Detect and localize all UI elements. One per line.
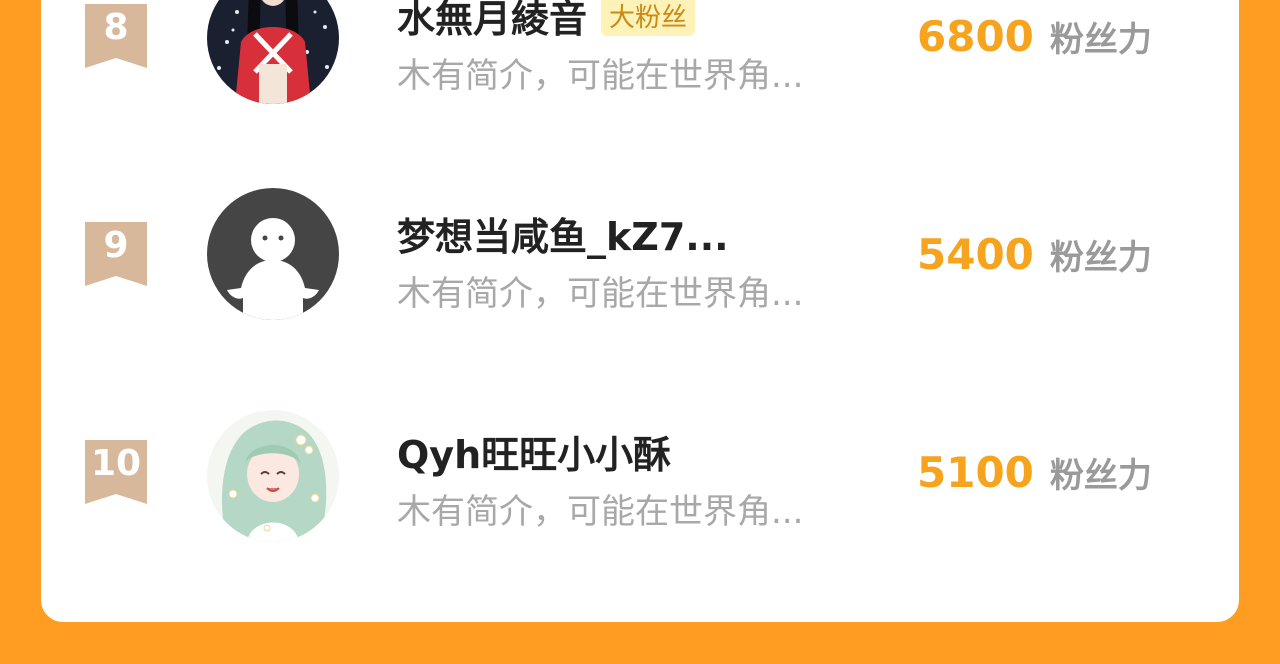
rank-number: 9	[103, 225, 129, 266]
fan-row[interactable]: 10 Qyh旺旺小小酥 木有简介，可能在世界角... 5100 粉丝力	[41, 396, 1239, 556]
score-unit: 粉丝力	[1049, 238, 1152, 278]
rank-number: 8	[103, 7, 129, 48]
fan-bio: 木有简介，可能在世界角...	[397, 56, 804, 96]
fan-name: Qyh旺旺小小酥	[397, 432, 672, 477]
avatar[interactable]	[207, 410, 339, 542]
fan-level-badge: 大粉丝	[601, 0, 696, 36]
avatar[interactable]	[207, 188, 339, 320]
fan-bio: 木有简介，可能在世界角...	[397, 492, 804, 532]
fan-row[interactable]: 9 梦想当咸鱼_kZ7... 木有简介，可能在世界角... 5400 粉丝力	[41, 178, 1239, 338]
fan-bio: 木有简介，可能在世界角...	[397, 274, 804, 314]
avatar[interactable]	[207, 0, 339, 104]
fan-score: 6800 粉丝力	[917, 12, 1152, 61]
rank-ribbon-icon: 9	[85, 222, 147, 286]
fan-row[interactable]: 8 水無月綾音 大粉丝 木有简介，可能在世界角... 6800 粉丝力	[41, 0, 1239, 120]
score-value: 6800	[917, 12, 1034, 61]
score-unit: 粉丝力	[1049, 456, 1152, 496]
fan-score: 5400 粉丝力	[917, 230, 1152, 279]
score-value: 5100	[917, 448, 1034, 497]
fan-ranking-card: 8 水無月綾音 大粉丝 木有简介，可能在世界角... 6800 粉丝力 9 梦想…	[41, 0, 1239, 622]
rank-number: 10	[90, 443, 142, 484]
rank-ribbon-icon: 8	[85, 4, 147, 68]
rank-ribbon-icon: 10	[85, 440, 147, 504]
fan-name: 水無月綾音	[397, 0, 588, 41]
fan-name: 梦想当咸鱼_kZ7...	[397, 214, 729, 259]
score-unit: 粉丝力	[1049, 20, 1152, 60]
score-value: 5400	[917, 230, 1034, 279]
fan-score: 5100 粉丝力	[917, 448, 1152, 497]
